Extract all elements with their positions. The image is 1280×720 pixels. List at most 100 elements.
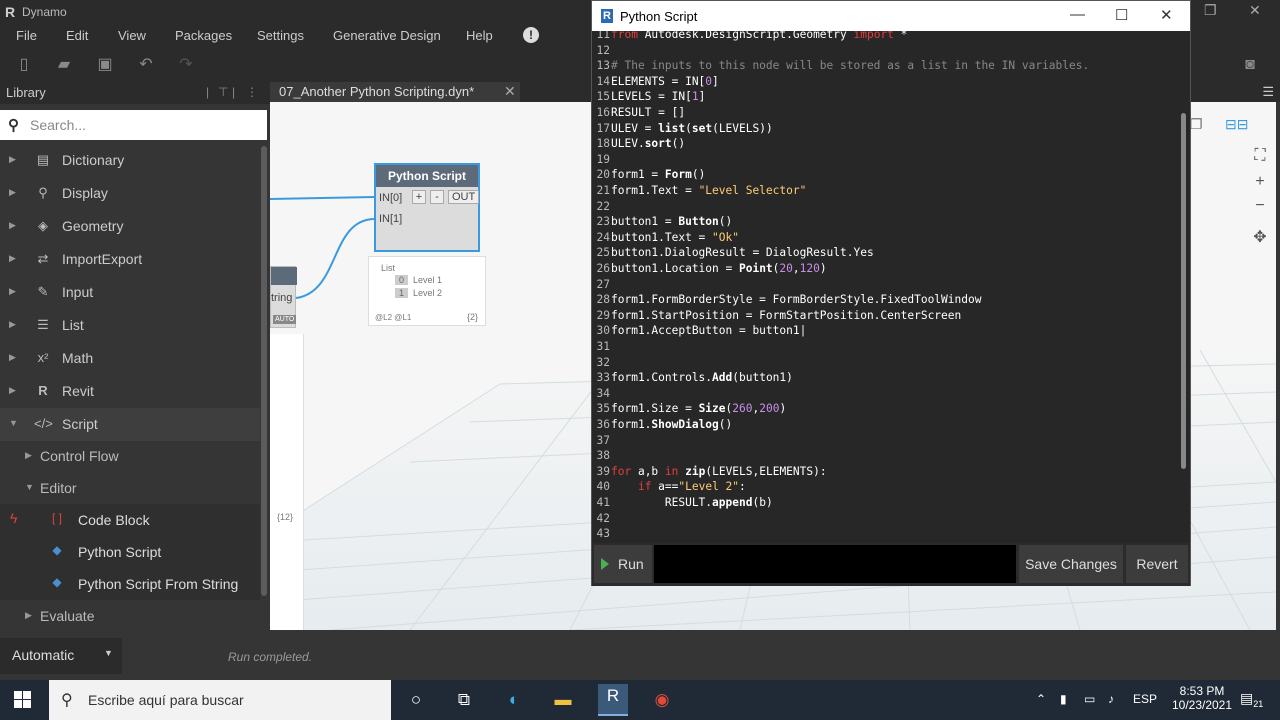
library-menu-icon[interactable]: ⋮ <box>246 85 258 99</box>
close-tab-icon[interactable]: ✕ <box>504 83 516 100</box>
code-line[interactable]: 16 RESULT = [] <box>592 105 1182 121</box>
revert-button[interactable]: Revert <box>1126 545 1188 583</box>
library-category-list[interactable]: ▶ ☰ List <box>0 309 260 342</box>
menu-file[interactable]: File <box>16 28 37 43</box>
notification-center-icon[interactable]: ▤21 <box>1240 690 1263 709</box>
code-line[interactable]: 17 ULEV = list(set(LEVELS)) <box>592 121 1182 137</box>
library-category-math[interactable]: ▶ x² Math <box>0 342 260 375</box>
background-preview-icon[interactable]: ❐ <box>1190 116 1203 133</box>
code-line[interactable]: 43 <box>592 526 1182 542</box>
hamburger-menu-icon[interactable]: ☰ <box>1262 84 1274 100</box>
input-port-in1[interactable]: IN[1] <box>379 213 402 225</box>
task-view-icon[interactable]: ⧉ <box>452 688 476 712</box>
menu-settings[interactable]: Settings <box>257 28 304 43</box>
library-category-geometry[interactable]: ▶ ◈ Geometry <box>0 210 260 243</box>
cortana-icon[interactable]: ○ <box>404 688 428 712</box>
string-node[interactable]: tring AUTO <box>270 266 297 328</box>
workspace-tab[interactable]: 07_Another Python Scripting.dyn* ✕ <box>270 82 520 102</box>
menu-edit[interactable]: Edit <box>66 28 88 43</box>
library-node-python-script-from-string[interactable]: ◆ Python Script From String <box>0 568 260 600</box>
code-line[interactable]: 12 <box>592 43 1182 59</box>
graph-view-icon[interactable]: ⊟⊟ <box>1225 116 1248 133</box>
code-line[interactable]: 40 if a=="Level 2": <box>592 479 1182 495</box>
python-script-node[interactable]: Python Script IN[0] IN[1] + - OUT <box>374 163 480 252</box>
restore-icon[interactable]: ❐ <box>1204 2 1217 19</box>
library-category-revit[interactable]: ▶ R Revit <box>0 375 260 408</box>
run-mode-dropdown[interactable]: Automatic ▼ <box>0 638 122 674</box>
code-line[interactable]: 37 <box>592 433 1182 449</box>
code-line[interactable]: 13 # The inputs to this node will be stor… <box>592 58 1182 74</box>
undo-icon[interactable]: ↶ <box>136 55 156 75</box>
code-line[interactable]: 22 <box>592 199 1182 215</box>
library-node-code-block[interactable]: ϟ [ ] Code Block <box>0 504 260 536</box>
save-changes-button[interactable]: Save Changes <box>1019 545 1123 583</box>
code-scrollbar[interactable] <box>1181 113 1186 469</box>
output-port-out[interactable]: OUT <box>448 190 480 204</box>
add-input-button[interactable]: + <box>412 190 426 204</box>
code-line[interactable]: 14 ELEMENTS = IN[0] <box>592 74 1182 90</box>
notification-warning-icon[interactable]: ! <box>523 27 539 43</box>
chrome-icon[interactable]: ◉ <box>650 688 674 712</box>
code-line[interactable]: 35 form1.Size = Size(260,200) <box>592 401 1182 417</box>
input-language[interactable]: ESP <box>1133 692 1157 706</box>
camera-icon[interactable]: ◙ <box>1240 55 1260 75</box>
menu-help[interactable]: Help <box>466 28 493 43</box>
code-line[interactable]: 38 <box>592 448 1182 464</box>
system-clock[interactable]: 8:53 PM 10/23/2021 <box>1167 684 1237 712</box>
code-line[interactable]: 18 ULEV.sort() <box>592 136 1182 152</box>
menu-generative-design[interactable]: Generative Design <box>333 28 441 43</box>
run-button[interactable]: Run <box>594 545 652 583</box>
code-line[interactable]: 27 <box>592 277 1182 293</box>
save-icon[interactable]: ▣ <box>95 55 115 75</box>
menu-view[interactable]: View <box>118 28 146 43</box>
code-line[interactable]: 19 <box>592 152 1182 168</box>
library-scrollbar[interactable] <box>261 146 267 596</box>
code-line[interactable]: 34 <box>592 386 1182 402</box>
windows-start-icon[interactable] <box>14 691 32 709</box>
library-subcategory-control-flow[interactable]: ▶ Control Flow <box>0 440 260 472</box>
code-line[interactable]: 30 form1.AcceptButton = button1| <box>592 323 1182 339</box>
pan-icon[interactable]: ✥ <box>1250 227 1270 249</box>
code-line[interactable]: 20 form1 = Form() <box>592 167 1182 183</box>
code-editor[interactable]: 11 from Autodesk.DesignScript.Geometry im… <box>592 31 1190 543</box>
code-line[interactable]: 29 form1.StartPosition = FormStartPositio… <box>592 308 1182 324</box>
zoom-to-fit-icon[interactable]: ⛶ <box>1250 147 1270 169</box>
show-hidden-icons[interactable]: ⌃ <box>1036 692 1046 706</box>
zoom-in-icon[interactable]: + <box>1250 173 1270 195</box>
code-line[interactable]: 33 form1.Controls.Add(button1) <box>592 370 1182 386</box>
code-line[interactable]: 41 RESULT.append(b) <box>592 495 1182 511</box>
code-line[interactable]: 26 button1.Location = Point(20,120) <box>592 261 1182 277</box>
code-line[interactable]: 42 <box>592 511 1182 527</box>
minimize-icon[interactable]: — <box>1070 6 1085 23</box>
library-search-input[interactable] <box>30 114 260 136</box>
redo-icon[interactable]: ↷ <box>176 55 196 75</box>
library-search-box[interactable]: ⚲ <box>0 110 267 140</box>
code-line[interactable]: 25 button1.DialogResult = DialogResult.Ye… <box>592 245 1182 261</box>
library-node-python-script[interactable]: ◆ Python Script <box>0 536 260 568</box>
code-line[interactable]: 36 form1.ShowDialog() <box>592 417 1182 433</box>
code-line[interactable]: 39 for a,b in zip(LEVELS,ELEMENTS): <box>592 464 1182 480</box>
close-icon[interactable]: ✕ <box>1160 6 1173 24</box>
zoom-out-icon[interactable]: − <box>1250 197 1270 219</box>
library-subcategory-evaluate[interactable]: ▶ Evaluate <box>0 600 260 632</box>
input-port-in0[interactable]: IN[0] <box>379 192 402 204</box>
new-file-icon[interactable]: ▯ <box>14 55 34 75</box>
code-line[interactable]: 15 LEVELS = IN[1] <box>592 89 1182 105</box>
revit-taskbar-icon[interactable]: R <box>598 684 628 716</box>
remove-input-button[interactable]: - <box>430 190 444 204</box>
code-line[interactable]: 23 button1 = Button() <box>592 214 1182 230</box>
library-category-script[interactable]: ▼ </> Script <box>0 408 260 441</box>
taskbar-search-box[interactable]: ⚲ Escribe aquí para buscar <box>49 680 391 720</box>
library-category-display[interactable]: ▶ ⚲ Display <box>0 177 260 210</box>
library-category-input[interactable]: ▶ ✎ Input <box>0 276 260 309</box>
code-line[interactable]: 11 from Autodesk.DesignScript.Geometry im… <box>592 31 1182 43</box>
open-file-icon[interactable]: ▰ <box>54 55 74 75</box>
code-line[interactable]: 31 <box>592 339 1182 355</box>
library-category-dictionary[interactable]: ▶ ▤ Dictionary <box>0 144 260 177</box>
volume-icon[interactable]: ♪ <box>1108 692 1114 706</box>
code-line[interactable]: 21 form1.Text = "Level Selector" <box>592 183 1182 199</box>
edge-icon[interactable]: ◐ <box>502 688 526 712</box>
maximize-icon[interactable]: ☐ <box>1115 6 1128 24</box>
menu-packages[interactable]: Packages <box>175 28 232 43</box>
network-icon[interactable]: ▭ <box>1084 692 1095 706</box>
